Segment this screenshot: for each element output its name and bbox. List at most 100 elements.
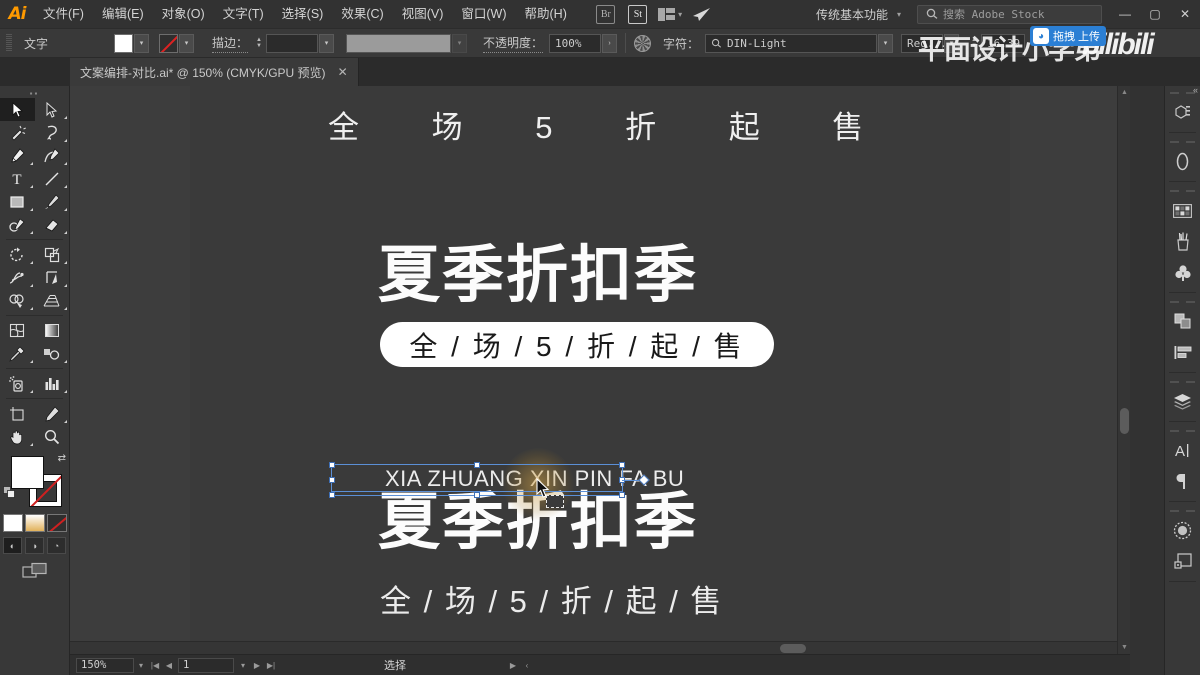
type-tool[interactable]: T <box>0 167 35 190</box>
menu-select[interactable]: 选择(S) <box>273 0 333 28</box>
default-fill-stroke-icon[interactable] <box>3 486 16 499</box>
panel-symbols[interactable] <box>1165 257 1200 288</box>
draw-behind-icon[interactable]: ◑ <box>25 537 44 554</box>
stroke-profile-preview[interactable] <box>346 33 452 53</box>
bridge-icon[interactable]: Br <box>593 4 619 24</box>
gradient-tool[interactable] <box>35 319 70 342</box>
next-artboard-button[interactable]: ▶ <box>250 657 264 674</box>
recolor-artwork-icon[interactable] <box>634 34 652 52</box>
maximize-button[interactable]: ▢ <box>1140 0 1170 28</box>
vertical-scrollbar[interactable]: ▲ ▼ <box>1117 86 1130 654</box>
slice-tool[interactable] <box>35 402 70 425</box>
stroke-control[interactable]: ▾ <box>159 33 194 53</box>
artwork-headline-1[interactable]: 夏季折扣季 <box>378 224 698 314</box>
search-stock-input[interactable]: 搜索 Adobe Stock <box>917 4 1102 24</box>
draw-inside-icon[interactable]: ◔ <box>47 537 66 554</box>
stroke-profile-dropdown-icon[interactable]: ▾ <box>452 33 468 53</box>
menu-edit[interactable]: 编辑(E) <box>93 0 153 28</box>
free-transform-tool[interactable] <box>35 266 70 289</box>
panel-appearance[interactable] <box>1165 515 1200 546</box>
menu-file[interactable]: 文件(F) <box>34 0 93 28</box>
selection-handle[interactable] <box>619 492 625 498</box>
selection-handle[interactable] <box>329 477 335 483</box>
stroke-weight-stepper[interactable]: ▲ ▼ <box>254 37 264 49</box>
change-screen-mode-icon[interactable] <box>0 562 69 579</box>
canvas-area[interactable]: 全 场 5 折 起 售 夏季折扣季 全 / 场 / 5 / 折 / 起 / 售 … <box>70 86 1130 654</box>
none-swatch[interactable] <box>46 514 67 532</box>
vertical-scrollbar-thumb[interactable] <box>1120 408 1129 434</box>
opacity-flyout-icon[interactable]: › <box>602 33 618 53</box>
dock-grip[interactable] <box>1165 297 1200 306</box>
control-bar-grip[interactable] <box>6 34 12 52</box>
fill-swatch[interactable] <box>114 33 133 53</box>
magic-wand-tool[interactable] <box>0 121 35 144</box>
scroll-down-icon[interactable]: ▼ <box>1118 641 1130 654</box>
last-artboard-button[interactable]: ▶| <box>264 657 278 674</box>
status-flyout-icon[interactable]: ▶ <box>506 657 520 674</box>
rotate-tool[interactable] <box>0 243 35 266</box>
eyedropper-tool[interactable] <box>0 342 35 365</box>
stroke-dropdown-icon[interactable]: ▾ <box>179 33 194 53</box>
scale-tool[interactable] <box>35 243 70 266</box>
artwork-pill-shape[interactable]: 全 / 场 / 5 / 折 / 起 / 售 <box>380 322 774 367</box>
dock-grip[interactable] <box>1165 137 1200 146</box>
lasso-tool[interactable] <box>35 121 70 144</box>
gradient-swatch[interactable] <box>24 514 45 532</box>
prev-artboard-button[interactable]: ◀ <box>162 657 176 674</box>
curvature-tool[interactable] <box>35 144 70 167</box>
menu-window[interactable]: 窗口(W) <box>452 0 515 28</box>
share-icon[interactable] <box>689 4 715 24</box>
selection-handle[interactable] <box>329 462 335 468</box>
font-family-dropdown-icon[interactable]: ▾ <box>878 33 894 53</box>
artboard-dropdown-icon[interactable]: ▾ <box>236 657 250 674</box>
horizontal-scrollbar[interactable] <box>70 641 1117 654</box>
stock-icon[interactable]: St <box>625 4 651 24</box>
dock-grip[interactable] <box>1165 426 1200 435</box>
fill-indicator[interactable] <box>11 456 44 489</box>
line-segment-tool[interactable] <box>35 167 70 190</box>
eraser-tool[interactable] <box>35 213 70 236</box>
width-tool[interactable] <box>0 266 35 289</box>
selection-tool[interactable] <box>0 98 35 121</box>
draw-normal-icon[interactable]: ◐ <box>3 537 22 554</box>
dock-grip[interactable] <box>1165 377 1200 386</box>
horizontal-scrollbar-thumb[interactable] <box>780 644 806 653</box>
menu-object[interactable]: 对象(O) <box>153 0 214 28</box>
menu-view[interactable]: 视图(V) <box>393 0 453 28</box>
artboard-number-field[interactable]: 1 <box>178 657 234 673</box>
fill-control[interactable]: ▾ <box>114 33 149 53</box>
hand-tool[interactable] <box>0 425 35 448</box>
panel-align[interactable] <box>1165 337 1200 368</box>
workspace-switcher[interactable]: 传统基本功能 ▾ <box>810 6 907 23</box>
artboard[interactable]: 全 场 5 折 起 售 夏季折扣季 全 / 场 / 5 / 折 / 起 / 售 … <box>190 86 1010 654</box>
panel-artboards[interactable] <box>1165 546 1200 577</box>
stroke-weight-dropdown-icon[interactable]: ▾ <box>319 33 335 53</box>
panel-brushes[interactable] <box>1165 226 1200 257</box>
symbol-sprayer-tool[interactable] <box>0 372 35 395</box>
blend-tool[interactable] <box>35 342 70 365</box>
artwork-subline-2[interactable]: 全 / 场 / 5 / 折 / 起 / 售 <box>380 576 723 621</box>
panel-layers[interactable] <box>1165 386 1200 417</box>
mesh-tool[interactable] <box>0 319 35 342</box>
zoom-tool[interactable] <box>35 425 70 448</box>
opacity-field[interactable]: 100% <box>549 33 602 53</box>
minimize-button[interactable]: — <box>1110 0 1140 28</box>
stroke-weight-field[interactable] <box>266 33 319 53</box>
tools-panel-grip[interactable]: ▪▪ <box>0 86 69 98</box>
upload-badge[interactable]: ◕ 拖拽 上传 <box>1030 26 1107 46</box>
color-swatch[interactable] <box>2 514 23 532</box>
artboard-tool[interactable] <box>0 402 35 425</box>
selection-handle[interactable] <box>474 462 480 468</box>
panel-color[interactable] <box>1165 146 1200 177</box>
perspective-grid-tool[interactable] <box>35 289 70 312</box>
selection-handle[interactable] <box>329 492 335 498</box>
menu-effect[interactable]: 效果(C) <box>332 0 392 28</box>
paintbrush-tool[interactable] <box>35 190 70 213</box>
panel-character[interactable]: A <box>1165 435 1200 466</box>
expand-panels-icon[interactable]: « <box>1193 85 1198 95</box>
panel-properties[interactable] <box>1165 97 1200 128</box>
document-tab[interactable]: 文案编排-对比.ai* @ 150% (CMYK/GPU 预览) ✕ <box>70 58 359 86</box>
panel-paragraph[interactable] <box>1165 466 1200 497</box>
column-graph-tool[interactable] <box>35 372 70 395</box>
menu-help[interactable]: 帮助(H) <box>516 0 576 28</box>
